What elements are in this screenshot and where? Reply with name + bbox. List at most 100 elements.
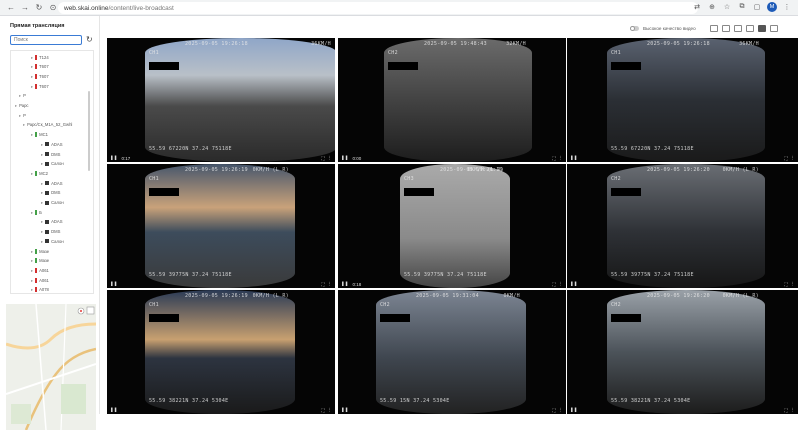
video-menu-icon[interactable]: ⋮ xyxy=(328,407,333,413)
expand-arrow-icon[interactable]: ▸ xyxy=(31,132,33,137)
expand-arrow-icon[interactable]: ▸ xyxy=(41,229,43,234)
tree-item[interactable]: ▸ А061 xyxy=(31,276,49,284)
tree-item[interactable]: ▸ Б xyxy=(31,208,42,216)
layout-4-button[interactable] xyxy=(721,25,730,32)
tree-item[interactable]: ▸ А061 xyxy=(31,266,49,274)
video-cell[interactable]: CH1 2025-09-05 19:26:19 0KM/H (L R) 55.59 3… xyxy=(107,290,335,414)
channel-checkbox[interactable] xyxy=(45,190,50,195)
tree-item[interactable]: ▸ DMS xyxy=(41,228,60,236)
sidepanel-icon[interactable]: ▢ xyxy=(752,3,762,11)
expand-arrow-icon[interactable]: ▸ xyxy=(41,200,43,205)
tree-item[interactable]: ▸ Рарс/Ск_М1А_52_Gwhl xyxy=(23,121,72,129)
expand-arrow-icon[interactable]: ▸ xyxy=(41,142,43,147)
video-cell[interactable]: CH1 2025-09-05 19:26:18 36KM/H 55.59 67220N… xyxy=(107,38,335,162)
expand-arrow-icon[interactable]: ▸ xyxy=(41,219,43,224)
expand-arrow-icon[interactable]: ▸ xyxy=(15,103,17,108)
fullscreen-icon[interactable]: ⛶ xyxy=(552,156,555,161)
tree-item[interactable]: ▸ Т607 xyxy=(31,63,49,71)
bookmark-star-icon[interactable]: ☆ xyxy=(722,3,732,11)
fullscreen-icon[interactable]: ⛶ xyxy=(321,282,324,287)
expand-arrow-icon[interactable]: ▸ xyxy=(41,181,43,186)
video-menu-icon[interactable]: ⋮ xyxy=(328,155,333,161)
video-menu-icon[interactable]: ⋮ xyxy=(791,407,796,413)
expand-arrow-icon[interactable]: ▸ xyxy=(31,74,33,79)
refresh-icon[interactable]: ↻ xyxy=(86,35,93,44)
search-input[interactable] xyxy=(10,35,82,45)
tree-item[interactable]: ▸ Р xyxy=(19,111,26,119)
reload-icon[interactable]: ↻ xyxy=(32,1,46,15)
video-cell[interactable]: CH2 2025-09-05 19:31:04 0KM/H 55.59 15N 37.… xyxy=(338,290,566,414)
pause-icon[interactable]: ❚❚ xyxy=(110,407,118,413)
tree-item[interactable]: ▸ ADAS xyxy=(41,179,63,187)
expand-arrow-icon[interactable]: ▸ xyxy=(41,152,43,157)
expand-arrow-icon[interactable]: ▸ xyxy=(19,93,21,98)
expand-arrow-icon[interactable]: ▸ xyxy=(31,171,33,176)
video-cell[interactable]: CH2 2025-09-05 19:26:20 0KM/H (L R) 55.59 3… xyxy=(567,164,798,288)
expand-arrow-icon[interactable]: ▸ xyxy=(23,122,25,127)
channel-checkbox[interactable] xyxy=(45,219,50,224)
video-menu-icon[interactable]: ⋮ xyxy=(791,281,796,287)
tree-item[interactable]: ▸ DMS xyxy=(41,150,60,158)
layout-6-button[interactable] xyxy=(733,25,742,32)
expand-arrow-icon[interactable]: ▸ xyxy=(31,268,33,273)
video-cell[interactable]: CH2 2025-09-05 19:48:43 32KM/H ❚❚ 0:00 ⛶ ⋮ xyxy=(338,38,566,162)
layout-9-button[interactable] xyxy=(757,25,766,32)
channel-checkbox[interactable] xyxy=(45,200,50,205)
map-panel[interactable] xyxy=(6,304,96,430)
expand-arrow-icon[interactable]: ▸ xyxy=(31,84,33,89)
tree-item[interactable]: ▸ DMS xyxy=(41,189,60,197)
extensions-icon[interactable]: ⧉ xyxy=(737,3,747,11)
tree-item[interactable]: ▸ Т607 xyxy=(31,82,49,90)
tree-item[interactable]: ▸ Салон xyxy=(41,160,64,168)
fullscreen-icon[interactable]: ⛶ xyxy=(784,156,787,161)
video-cell[interactable]: CH3 2025-09-05 19:26:19 0KM/H (L R) 55.59 3… xyxy=(338,164,566,288)
tree-item[interactable]: ▸ Мазе xyxy=(31,257,49,265)
pause-icon[interactable]: ❚❚ xyxy=(341,155,349,161)
pause-icon[interactable]: ❚❚ xyxy=(341,407,349,413)
expand-arrow-icon[interactable]: ▸ xyxy=(41,190,43,195)
video-menu-icon[interactable]: ⋮ xyxy=(328,281,333,287)
tree-item[interactable]: ▸ ADAS xyxy=(41,140,63,148)
channel-checkbox[interactable] xyxy=(45,181,50,186)
tree-item[interactable]: ▸ МС1 xyxy=(31,131,48,139)
expand-arrow-icon[interactable]: ▸ xyxy=(31,249,33,254)
expand-arrow-icon[interactable]: ▸ xyxy=(19,113,21,118)
tree-item[interactable]: ▸ Рарс xyxy=(15,102,29,110)
pause-icon[interactable]: ❚❚ xyxy=(570,407,578,413)
fullscreen-icon[interactable]: ⛶ xyxy=(784,408,787,413)
video-cell[interactable]: CH1 2025-09-05 19:26:18 36KM/H 55.59 67220N… xyxy=(567,38,798,162)
fullscreen-icon[interactable]: ⛶ xyxy=(552,408,555,413)
video-menu-icon[interactable]: ⋮ xyxy=(559,155,564,161)
fullscreen-icon[interactable]: ⛶ xyxy=(784,282,787,287)
tree-item[interactable]: ▸ ADAS xyxy=(41,218,63,226)
expand-arrow-icon[interactable]: ▸ xyxy=(31,258,33,263)
expand-arrow-icon[interactable]: ▸ xyxy=(41,239,43,244)
expand-arrow-icon[interactable]: ▸ xyxy=(31,64,33,69)
tree-item[interactable]: ▸ Салон xyxy=(41,199,64,207)
video-cell[interactable]: CH1 2025-09-05 19:26:19 0KM/H (L R) 55.59 3… xyxy=(107,164,335,288)
expand-arrow-icon[interactable]: ▸ xyxy=(31,55,33,60)
layout-16-button[interactable] xyxy=(769,25,778,32)
tree-item[interactable]: ▸ А078 xyxy=(31,286,49,293)
pause-icon[interactable]: ❚❚ xyxy=(570,155,578,161)
tree-item[interactable]: ▸ Т124 xyxy=(31,53,49,61)
tree-item[interactable]: ▸ Р xyxy=(19,92,26,100)
zoom-icon[interactable]: ⊕ xyxy=(707,3,717,11)
expand-arrow-icon[interactable]: ▸ xyxy=(31,210,33,215)
channel-checkbox[interactable] xyxy=(45,152,50,156)
tree-item[interactable]: ▸ МС2 xyxy=(31,169,48,177)
channel-checkbox[interactable] xyxy=(45,161,50,166)
tree-item[interactable]: ▸ Салон xyxy=(41,237,64,245)
address-bar[interactable]: web.skai.online/content/live-broadcast xyxy=(58,2,698,14)
layout-1-button[interactable] xyxy=(709,25,718,32)
pause-icon[interactable]: ❚❚ xyxy=(110,281,118,287)
translate-icon[interactable]: ⇄ xyxy=(692,3,702,11)
hq-video-toggle[interactable] xyxy=(630,26,639,31)
tree-scrollbar[interactable] xyxy=(88,91,90,171)
profile-avatar[interactable]: M xyxy=(767,2,777,12)
channel-checkbox[interactable] xyxy=(45,142,50,147)
video-cell[interactable]: CH2 2025-09-05 19:26:20 0KM/H (L R) 55.59 3… xyxy=(567,290,798,414)
tree-item[interactable]: ▸ Мазе xyxy=(31,247,49,255)
channel-checkbox[interactable] xyxy=(45,229,50,234)
expand-arrow-icon[interactable]: ▸ xyxy=(31,278,33,283)
